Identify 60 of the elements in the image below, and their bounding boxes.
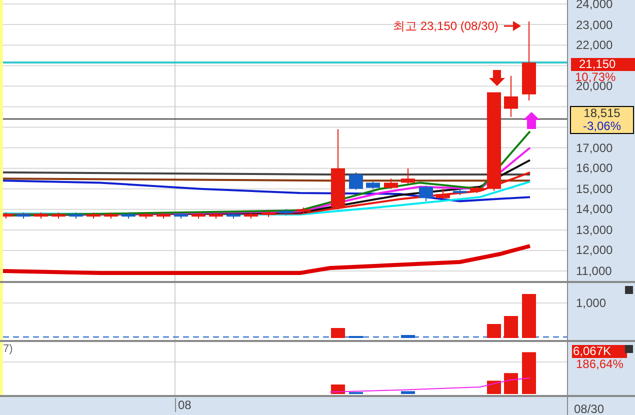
volume-bar — [331, 328, 345, 338]
candle — [16, 212, 30, 220]
y-axis-label: 16,000 — [576, 161, 613, 176]
up-arrow-icon — [523, 112, 540, 129]
indicator-bar — [349, 392, 363, 394]
last-price-tag: 21,150 — [571, 58, 635, 71]
indicator-bar — [487, 380, 501, 394]
candle — [192, 212, 206, 220]
candle — [384, 178, 398, 190]
candle — [436, 188, 450, 200]
indicator-change: 186,64% — [576, 358, 624, 371]
volume-bar — [487, 324, 501, 338]
y-axis-label: 17,000 — [576, 140, 613, 155]
y-axis-label: 11,000 — [576, 264, 612, 278]
down-arrow-icon — [489, 70, 505, 86]
y-axis-label: 15,000 — [576, 182, 613, 196]
candle — [34, 212, 48, 220]
candle — [470, 186, 484, 194]
candle — [69, 212, 83, 220]
candle — [296, 207, 310, 214]
candle — [3, 212, 13, 220]
high-price-annotation: 최고 23,150 (08/30) — [393, 18, 498, 35]
candle — [226, 212, 240, 220]
candle — [174, 212, 188, 220]
indicator-bar — [522, 352, 536, 394]
x-axis-label: 08 — [175, 398, 192, 412]
candle — [349, 172, 363, 190]
candle — [86, 212, 100, 220]
candle — [156, 212, 170, 220]
indicator-bar — [401, 391, 415, 394]
volume-bar — [522, 294, 536, 338]
price-change: 10,73% — [574, 71, 616, 84]
candle — [244, 212, 258, 220]
candle — [139, 212, 153, 220]
candle — [504, 75, 518, 118]
volume-bar — [401, 335, 415, 338]
y-axis-label: 1,000 — [576, 296, 606, 310]
y-axis-label: 12,000 — [576, 243, 613, 258]
indicator-label: 7) — [3, 343, 13, 355]
candle — [401, 168, 415, 184]
candle — [209, 212, 223, 220]
indicator-value-tag: 6,067K — [572, 345, 627, 358]
candle — [262, 210, 276, 218]
candle — [453, 188, 467, 196]
candle — [419, 185, 433, 202]
y-axis-label: 22,000 — [576, 38, 613, 52]
y-axis-label: 13,000 — [576, 222, 613, 237]
indicator-bar — [504, 373, 518, 394]
crosshair-price: 18,515 — [584, 107, 620, 120]
candle — [122, 212, 136, 220]
candle — [279, 208, 293, 216]
candle — [104, 212, 118, 220]
volume-bar — [504, 316, 518, 338]
crosshair-change: -3,06% — [582, 120, 622, 133]
y-axis-label: 23,000 — [576, 18, 613, 32]
x-axis-label: 08/30 — [574, 402, 604, 415]
right-arrow-icon — [504, 21, 522, 31]
candle — [366, 181, 380, 190]
y-axis-label: 14,000 — [576, 202, 613, 216]
candle — [52, 212, 66, 220]
